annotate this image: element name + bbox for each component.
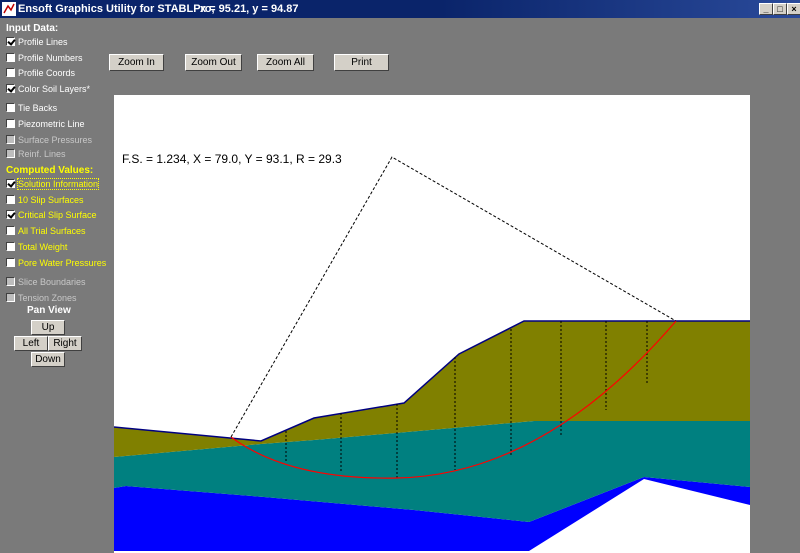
pan-left-button[interactable]: Left — [14, 336, 48, 351]
option-label: Profile Numbers — [18, 52, 83, 63]
restore-button[interactable]: □ — [773, 3, 787, 15]
checkbox[interactable] — [6, 293, 15, 302]
pan-right-button[interactable]: Right — [48, 336, 82, 351]
checkbox[interactable] — [6, 119, 15, 128]
window-title: Ensoft Graphics Utility for STABLPro, — [18, 3, 215, 15]
checkbox[interactable] — [6, 226, 15, 235]
option-piezometric-line[interactable]: Piezometric Line — [6, 117, 85, 130]
drawing-canvas[interactable]: F.S. = 1.234, X = 79.0, Y = 93.1, R = 29… — [114, 95, 750, 553]
option-tension-zones[interactable]: Tension Zones — [6, 291, 77, 304]
pan-down-button[interactable]: Down — [31, 352, 65, 367]
pan-view-header: Pan View — [27, 305, 71, 316]
option-label: Pore Water Pressures — [18, 257, 107, 268]
option-label: Total Weight — [18, 241, 68, 252]
app-icon — [2, 2, 16, 16]
checkbox[interactable] — [6, 135, 15, 144]
zoom-in-button[interactable]: Zoom In — [109, 54, 164, 71]
checkbox[interactable] — [6, 103, 15, 112]
option-label: Surface Pressures — [18, 134, 93, 145]
option-all-trial-surfaces[interactable]: All Trial Surfaces — [6, 224, 86, 237]
close-button[interactable]: × — [787, 3, 800, 15]
option-total-weight[interactable]: Total Weight — [6, 240, 67, 253]
option-label: Profile Coords — [18, 67, 76, 78]
zoom-out-button[interactable]: Zoom Out — [185, 54, 242, 71]
option-surface-pressures[interactable]: Surface Pressures — [6, 133, 92, 146]
option-profile-numbers[interactable]: Profile Numbers — [6, 51, 83, 64]
option-label: Piezometric Line — [18, 118, 85, 129]
checkbox[interactable] — [6, 149, 15, 158]
option-label: Reinf. Lines — [18, 148, 66, 159]
checkbox[interactable] — [6, 277, 15, 286]
option-color-soil-layers[interactable]: Color Soil Layers* — [6, 82, 90, 95]
option-tie-backs[interactable]: Tie Backs — [6, 101, 57, 114]
print-button[interactable]: Print — [334, 54, 389, 71]
option-slice-boundaries[interactable]: Slice Boundaries — [6, 275, 86, 288]
option-label: Color Soil Layers* — [18, 83, 91, 94]
option-profile-coords[interactable]: Profile Coords — [6, 66, 75, 79]
option-label: Critical Slip Surface — [18, 209, 97, 220]
input-data-header: Input Data: — [6, 23, 59, 34]
checkbox[interactable] — [6, 53, 15, 62]
option-critical-slip-surface[interactable]: Critical Slip Surface — [6, 208, 97, 221]
option-pore-water-pressures[interactable]: Pore Water Pressures — [6, 256, 106, 269]
option-label: All Trial Surfaces — [18, 225, 86, 236]
option-10-slip-surfaces[interactable]: 10 Slip Surfaces — [6, 193, 84, 206]
title-bar: Ensoft Graphics Utility for STABLPro, x … — [0, 0, 800, 18]
checkbox[interactable] — [6, 179, 15, 188]
option-solution-information[interactable]: Solution Information — [6, 177, 100, 190]
slope-profile-drawing — [114, 156, 750, 551]
option-label: Profile Lines — [18, 36, 68, 47]
option-label: Tie Backs — [18, 102, 58, 113]
option-reinf-lines[interactable]: Reinf. Lines — [6, 147, 66, 160]
options-panel: Input Data: Profile Lines Profile Number… — [0, 18, 112, 553]
checkbox[interactable] — [6, 37, 15, 46]
checkbox[interactable] — [6, 68, 15, 77]
option-label: Slice Boundaries — [18, 276, 86, 287]
option-label: Solution Information — [16, 177, 100, 190]
checkbox[interactable] — [6, 210, 15, 219]
checkbox[interactable] — [6, 195, 15, 204]
cursor-coords: x = 95.21, y = 94.87 — [200, 3, 299, 15]
checkbox[interactable] — [6, 258, 15, 267]
option-profile-lines[interactable]: Profile Lines — [6, 35, 68, 48]
computed-values-header: Computed Values: — [6, 165, 94, 176]
option-label: Tension Zones — [18, 292, 77, 303]
pan-up-button[interactable]: Up — [31, 320, 65, 335]
minimize-button[interactable]: _ — [759, 3, 773, 15]
checkbox[interactable] — [6, 242, 15, 251]
zoom-all-button[interactable]: Zoom All — [257, 54, 314, 71]
checkbox[interactable] — [6, 84, 15, 93]
option-label: 10 Slip Surfaces — [18, 194, 84, 205]
